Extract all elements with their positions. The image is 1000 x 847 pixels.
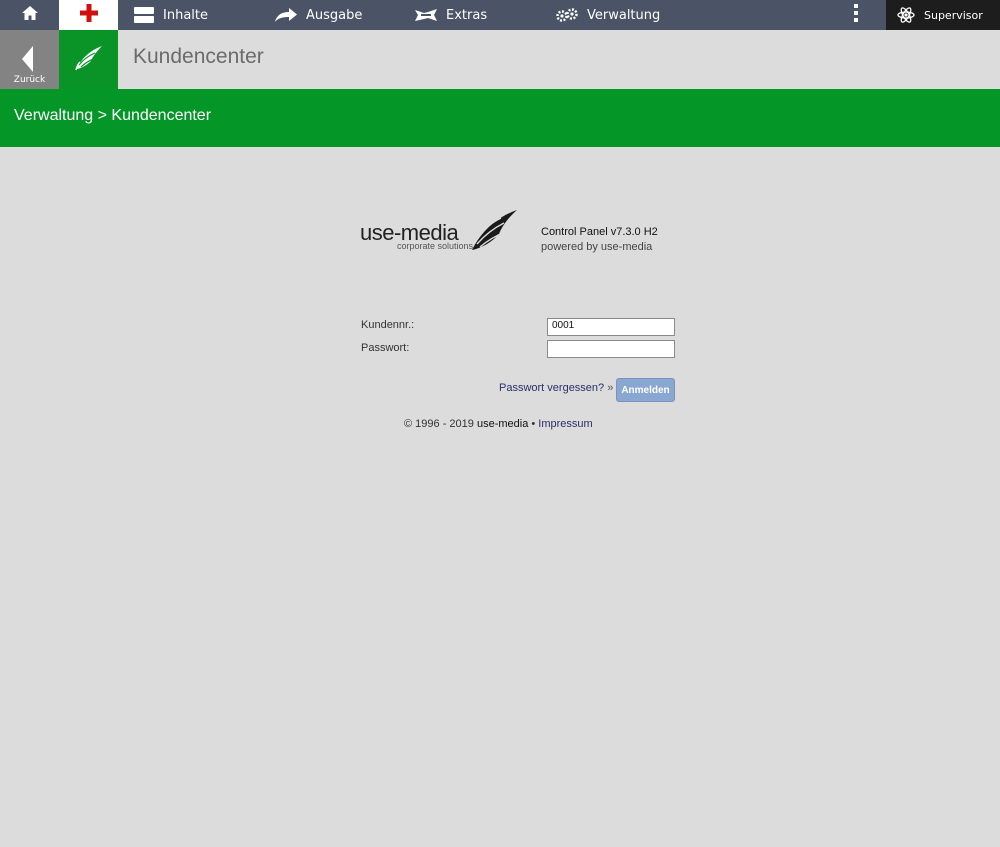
footer-brand: use-media — [476, 418, 529, 430]
more-menu-button[interactable] — [846, 0, 866, 30]
nav-extras[interactable]: Extras — [415, 0, 487, 30]
login-button[interactable]: Anmelden — [616, 378, 675, 402]
back-label: Zurück — [13, 75, 46, 85]
plus-icon — [79, 4, 98, 26]
impressum-link[interactable]: Impressum — [538, 418, 592, 430]
password-label: Passwort: — [361, 342, 410, 354]
brand-wing-icon — [472, 210, 518, 256]
version-text: Control Panel v7.3.0 H2 — [541, 226, 658, 238]
forgot-password-link[interactable]: Passwort vergessen? » — [499, 382, 613, 394]
kundennr-label: Kundennr.: — [361, 319, 415, 331]
chevron-left-icon — [22, 46, 34, 76]
nav-ausgabe-label: Ausgabe — [306, 7, 363, 23]
top-navigation-bar: Inhalte Ausgabe Extras Verwaltung Superv… — [0, 0, 1000, 30]
raquo-glyph: » — [607, 382, 614, 394]
footer-separator: • — [531, 418, 536, 430]
brand-logo: use-media corporate solutions — [360, 210, 520, 256]
nav-extras-label: Extras — [446, 7, 488, 23]
brand-logo-tagline: corporate solutions — [397, 241, 474, 251]
nav-inhalte-label: Inhalte — [163, 7, 208, 23]
nav-ausgabe[interactable]: Ausgabe — [275, 0, 362, 30]
user-menu[interactable]: Supervisor — [886, 0, 1000, 30]
breadcrumb: Verwaltung > Kundencenter — [14, 107, 212, 124]
add-button[interactable] — [59, 0, 118, 30]
password-input[interactable] — [547, 340, 675, 358]
ribbon-icon — [415, 8, 437, 22]
nav-verwaltung-label: Verwaltung — [587, 7, 661, 23]
forgot-password-text: Passwort vergessen? — [499, 382, 605, 394]
kundennr-input[interactable]: 0001 — [547, 318, 675, 336]
layout-icon — [134, 7, 154, 23]
page-title: Kundencenter — [133, 45, 264, 68]
gears-icon — [556, 8, 578, 22]
app-logo — [59, 30, 118, 89]
footer: © 1996 - 2019 use-media • Impressum — [404, 418, 593, 430]
copyright-text: © 1996 - 2019 — [404, 418, 474, 430]
powered-by-text: powered by use-media — [541, 241, 653, 253]
nav-verwaltung[interactable]: Verwaltung — [556, 0, 660, 30]
atom-icon — [897, 6, 915, 24]
home-icon — [21, 5, 39, 25]
back-button[interactable]: Zurück — [0, 30, 59, 89]
more-vertical-icon — [854, 4, 858, 26]
nav-inhalte[interactable]: Inhalte — [134, 0, 208, 30]
home-button[interactable] — [0, 0, 59, 30]
breadcrumb-bar: Verwaltung > Kundencenter — [0, 89, 1000, 147]
wing-icon — [74, 45, 103, 75]
share-arrow-icon — [275, 8, 297, 22]
user-name: Supervisor — [924, 8, 983, 22]
